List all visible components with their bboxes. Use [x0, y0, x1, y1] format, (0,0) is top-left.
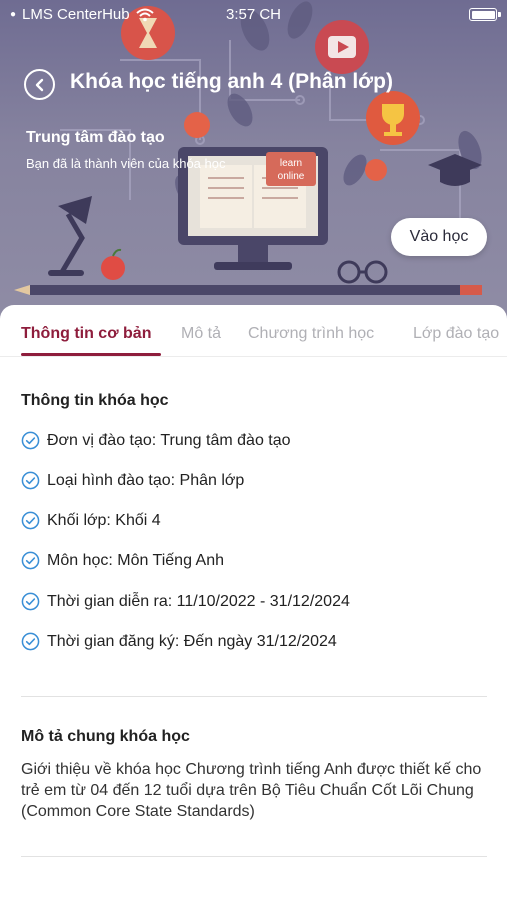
info-item-training-type: Loại hình đào tạo: Phân lớp [21, 471, 244, 490]
check-circle-icon [21, 431, 40, 450]
course-banner: learn online ● LMS CenterHub 3:57 CH Khó… [0, 0, 507, 320]
banner-sign-learn: learn [280, 158, 302, 169]
info-item-grade: Khối lớp: Khối 4 [21, 511, 161, 530]
info-item-label: Thời gian diễn ra: 11/10/2022 - 31/12/20… [47, 592, 350, 610]
tab-curriculum[interactable]: Chương trình học [248, 325, 374, 343]
section-divider [21, 856, 487, 857]
info-item-label: Khối lớp: Khối 4 [47, 511, 161, 529]
chevron-left-icon [35, 78, 43, 91]
info-item-training-unit: Đơn vị đào tạo: Trung tâm đào tạo [21, 431, 291, 450]
tab-basic-info[interactable]: Thông tin cơ bản [21, 325, 151, 343]
check-circle-icon [21, 471, 40, 490]
tabs-divider [0, 356, 507, 357]
content-sheet: Thông tin cơ bản Mô tả Chương trình học … [0, 305, 507, 900]
check-circle-icon [21, 511, 40, 530]
battery-icon [469, 8, 497, 21]
back-button[interactable] [24, 69, 55, 100]
info-item-label: Đơn vị đào tạo: Trung tâm đào tạo [47, 431, 291, 449]
training-center-name: Trung tâm đào tạo [26, 129, 165, 146]
info-item-label: Thời gian đăng ký: Đến ngày 31/12/2024 [47, 632, 337, 650]
check-circle-icon [21, 551, 40, 570]
description-text: Giới thiệu về khóa học Chương trình tiến… [21, 761, 482, 820]
enter-course-button[interactable]: Vào học [391, 218, 487, 256]
check-circle-icon [21, 632, 40, 651]
description-heading: Mô tả chung khóa học [21, 728, 190, 745]
banner-sign-online: online [278, 171, 305, 182]
course-title: Khóa học tiếng anh 4 (Phân lớp) [70, 70, 393, 93]
check-circle-icon [21, 592, 40, 611]
tab-training-classes[interactable]: Lớp đào tạo [413, 325, 499, 343]
info-item-subject: Môn học: Môn Tiếng Anh [21, 551, 224, 570]
section-divider [21, 696, 487, 697]
info-item-label: Môn học: Môn Tiếng Anh [47, 551, 224, 569]
membership-note: Bạn đã là thành viên của khóa học [26, 156, 226, 171]
course-info-heading: Thông tin khóa học [21, 392, 169, 409]
battery-tip [498, 12, 501, 17]
info-item-duration: Thời gian diễn ra: 11/10/2022 - 31/12/20… [21, 592, 350, 611]
tab-bar: Thông tin cơ bản Mô tả Chương trình học … [0, 305, 507, 359]
tab-description[interactable]: Mô tả [181, 325, 221, 343]
status-bar: ● LMS CenterHub 3:57 CH [0, 0, 507, 30]
status-time: 3:57 CH [225, 6, 282, 23]
info-item-label: Loại hình đào tạo: Phân lớp [47, 471, 245, 489]
info-item-registration: Thời gian đăng ký: Đến ngày 31/12/2024 [21, 632, 337, 651]
